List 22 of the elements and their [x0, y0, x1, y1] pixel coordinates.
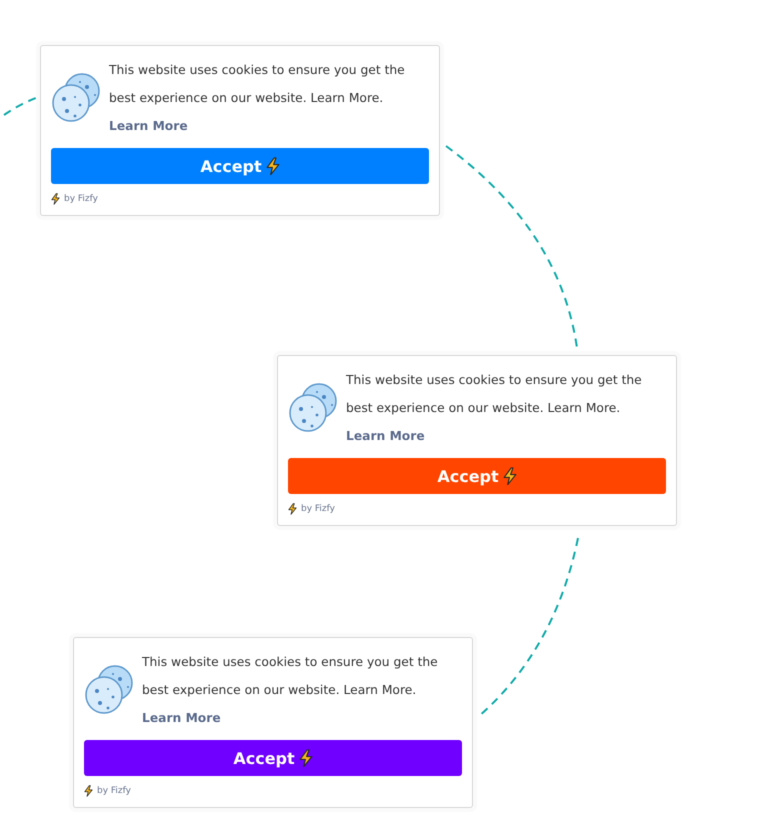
lightning-icon [298, 748, 313, 768]
accept-button[interactable]: Accept [84, 740, 462, 776]
lightning-icon [51, 193, 60, 205]
credit-text: by Fizfy [64, 194, 98, 204]
learn-more-link[interactable]: Learn More [142, 711, 221, 725]
cookie-message: This website uses cookies to ensure you get the best experience on our website. Learn More. Learn More [109, 62, 406, 135]
cookie-message: This website uses cookies to ensure you get the best experience on our website. Learn More. Learn More [142, 654, 439, 727]
cookie-icon [84, 665, 134, 715]
accept-button[interactable]: Accept [288, 458, 666, 494]
cookie-icon [288, 383, 338, 433]
lightning-icon [266, 156, 280, 176]
credit-text: by Fizfy [301, 504, 335, 514]
lightning-icon [502, 466, 517, 486]
accept-button[interactable]: Accept [51, 148, 429, 184]
credit-text: by Fizfy [97, 786, 131, 796]
learn-more-link[interactable]: Learn More [346, 429, 425, 443]
dashed-arc [3, 97, 36, 116]
lightning-icon [84, 785, 93, 797]
cookie-message: This website uses cookies to ensure you get the best experience on our website. Learn More. Learn More [346, 372, 643, 445]
lightning-icon [288, 503, 297, 515]
cookie-icon [51, 73, 101, 123]
learn-more-link[interactable]: Learn More [109, 119, 188, 133]
